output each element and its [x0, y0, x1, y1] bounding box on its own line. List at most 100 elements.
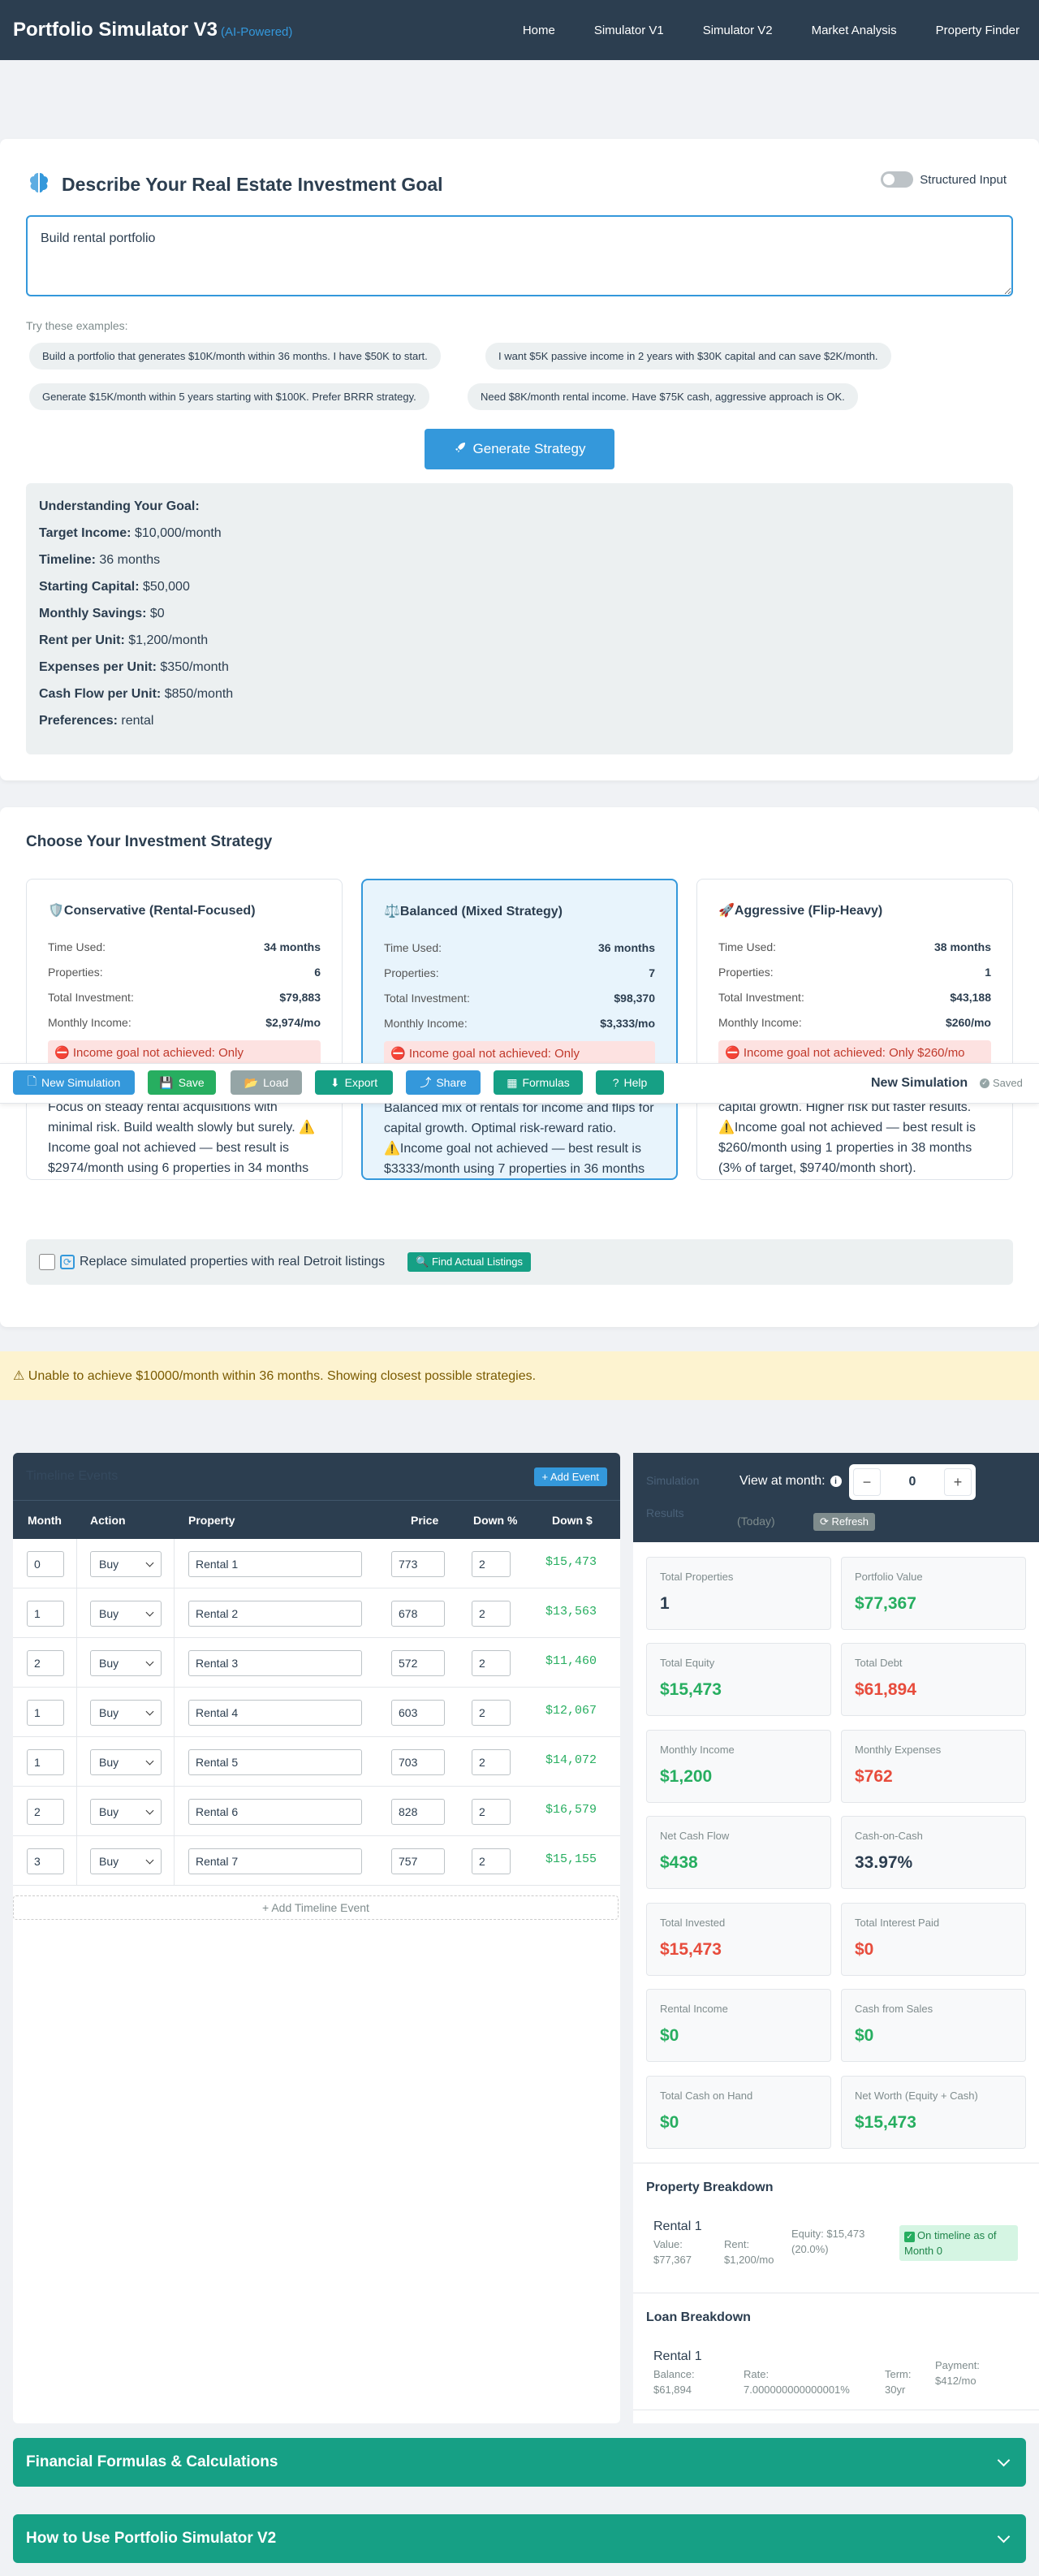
down-pct-input[interactable]: 2 [472, 1650, 511, 1676]
strategy-option-conservative[interactable]: 🛡️Conservative (Rental-Focused) Time Use… [26, 879, 343, 1180]
down-pct-input[interactable]: 2 [472, 1749, 511, 1775]
formulas-button[interactable]: ▦ Formulas [494, 1070, 583, 1095]
new-simulation-button[interactable]: 🗋 New Simulation [13, 1070, 135, 1095]
action-select[interactable]: Buy [90, 1551, 162, 1577]
examples-label: Try these examples: [26, 319, 128, 332]
add-event-button[interactable]: + Add Event [533, 1467, 607, 1486]
month-input[interactable]: 3 [27, 1848, 64, 1874]
strategy-description: capital growth. Higher risk but faster r… [718, 1100, 976, 1175]
add-timeline-event-button[interactable]: + Add Timeline Event [13, 1895, 619, 1920]
property-input[interactable]: Rental 6 [188, 1799, 362, 1825]
refresh-icon: ⟳ [820, 1515, 832, 1528]
results-subtitle: Results [646, 1506, 684, 1519]
swap-icon: ⟳ [60, 1255, 75, 1269]
brand[interactable]: Portfolio Simulator V3 (AI-Powered) [13, 19, 292, 41]
month-value[interactable]: 0 [885, 1475, 940, 1489]
metric-row: Total Investment: $43,188 [718, 991, 991, 1004]
property-input[interactable]: Rental 7 [188, 1848, 362, 1874]
strategy-description: Balanced mix of rentals for income and f… [384, 1101, 654, 1176]
folder-icon: 📂 [244, 1075, 259, 1089]
col-price: Price [411, 1513, 439, 1527]
increment-button[interactable]: + [944, 1468, 972, 1496]
share-button[interactable]: ⤴ Share [406, 1070, 481, 1095]
month-input[interactable]: 1 [27, 1601, 64, 1627]
save-button[interactable]: 💾 Save [148, 1070, 216, 1095]
timeline-header: Timeline Events + Add Event [13, 1453, 620, 1500]
metric-card: Cash-on-Cash 33.97% [841, 1816, 1026, 1889]
example-chip-3[interactable]: Generate $15K/month within 5 years start… [29, 383, 429, 410]
month-input[interactable]: 1 [27, 1700, 64, 1726]
metric-card: Cash from Sales $0 [841, 1989, 1026, 2062]
example-chip-2[interactable]: I want $5K passive income in 2 years wit… [485, 343, 891, 370]
down-pct-input[interactable]: 2 [472, 1601, 511, 1627]
metric-row: Total Investment: $79,883 [48, 991, 321, 1004]
col-down-amt: Down $ [552, 1513, 593, 1527]
price-input[interactable]: 572 [391, 1650, 445, 1676]
goal-header: Describe Your Real Estate Investment Goa… [26, 170, 443, 199]
toggle-switch[interactable] [881, 171, 914, 188]
help-button[interactable]: ? Help [596, 1070, 664, 1095]
price-input[interactable]: 773 [391, 1551, 445, 1577]
price-input[interactable]: 603 [391, 1700, 445, 1726]
understanding-panel: Understanding Your Goal: Target Income: … [26, 483, 1013, 754]
generate-strategy-button[interactable]: Generate Strategy [425, 429, 614, 469]
strategy-description: Focus on steady rental acquisitions with… [48, 1100, 316, 1175]
price-input[interactable]: 828 [391, 1799, 445, 1825]
nav-link-property-finder[interactable]: Property Finder [916, 24, 1026, 37]
down-amount: $15,155 [545, 1852, 597, 1866]
property-input[interactable]: Rental 3 [188, 1650, 362, 1676]
metric-card: Rental Income $0 [646, 1989, 831, 2062]
action-select[interactable]: Buy [90, 1749, 162, 1775]
nav-link-simulator-v1[interactable]: Simulator V1 [575, 24, 683, 37]
replace-checkbox[interactable] [39, 1254, 55, 1270]
month-input[interactable]: 0 [27, 1551, 64, 1577]
down-pct-input[interactable]: 2 [472, 1799, 511, 1825]
month-input[interactable]: 2 [27, 1650, 64, 1676]
nav-link-simulator-v2[interactable]: Simulator V2 [683, 24, 792, 37]
example-chip-4[interactable]: Need $8K/month rental income. Have $75K … [468, 383, 858, 410]
action-select[interactable]: Buy [90, 1650, 162, 1676]
action-select[interactable]: Buy [90, 1848, 162, 1874]
structured-input-toggle[interactable]: Structured Input [881, 171, 1007, 188]
action-select[interactable]: Buy [90, 1700, 162, 1726]
nav-link-home[interactable]: Home [503, 24, 575, 37]
how-to-use-accordion[interactable]: How to Use Portfolio Simulator V2 [13, 2514, 1026, 2563]
down-pct-input[interactable]: 2 [472, 1700, 511, 1726]
check-icon: ✓ [904, 2232, 915, 2242]
col-month: Month [28, 1513, 62, 1527]
decrement-button[interactable]: − [853, 1468, 881, 1496]
goal-textarea[interactable]: Build rental portfolio [26, 215, 1013, 296]
down-pct-input[interactable]: 2 [472, 1551, 511, 1577]
example-chip-1[interactable]: Build a portfolio that generates $10K/mo… [29, 343, 441, 370]
month-input[interactable]: 2 [27, 1799, 64, 1825]
info-icon[interactable]: i [830, 1476, 842, 1487]
property-input[interactable]: Rental 1 [188, 1551, 362, 1577]
understanding-item: Timeline: 36 months [39, 553, 161, 567]
help-icon: ? [612, 1076, 619, 1089]
table-row: 1 Buy Rental 5 703 2 $14,072 [13, 1737, 620, 1787]
price-input[interactable]: 757 [391, 1848, 445, 1874]
brain-icon [26, 170, 52, 199]
load-button[interactable]: 📂 Load [231, 1070, 302, 1095]
nav-link-market-analysis[interactable]: Market Analysis [792, 24, 916, 37]
export-button[interactable]: ⬇ Export [315, 1070, 393, 1095]
property-input[interactable]: Rental 4 [188, 1700, 362, 1726]
generate-label: Generate Strategy [472, 441, 586, 456]
strategy-option-aggressive[interactable]: 🚀Aggressive (Flip-Heavy) Time Used: 38 mo… [696, 879, 1013, 1180]
formulas-accordion[interactable]: Financial Formulas & Calculations [13, 2438, 1026, 2487]
find-listings-button[interactable]: 🔍 Find Actual Listings [407, 1252, 531, 1272]
down-amount: $15,473 [545, 1555, 597, 1569]
view-at-month: View at month: i [739, 1474, 842, 1489]
action-select[interactable]: Buy [90, 1601, 162, 1627]
simulation-toolbar: 🗋 New Simulation 💾 Save 📂 Load ⬇ Export ⤴ Sha… [0, 1063, 1039, 1104]
property-input[interactable]: Rental 2 [188, 1601, 362, 1627]
month-input[interactable]: 1 [27, 1749, 64, 1775]
property-input[interactable]: Rental 5 [188, 1749, 362, 1775]
down-pct-input[interactable]: 2 [472, 1848, 511, 1874]
refresh-button[interactable]: ⟳ Refresh [813, 1513, 876, 1531]
price-input[interactable]: 703 [391, 1749, 445, 1775]
price-input[interactable]: 678 [391, 1601, 445, 1627]
simulation-name: New Simulation [871, 1076, 968, 1090]
action-select[interactable]: Buy [90, 1799, 162, 1825]
strategy-option-balanced[interactable]: ⚖️Balanced (Mixed Strategy) Time Used: 36… [361, 879, 678, 1180]
